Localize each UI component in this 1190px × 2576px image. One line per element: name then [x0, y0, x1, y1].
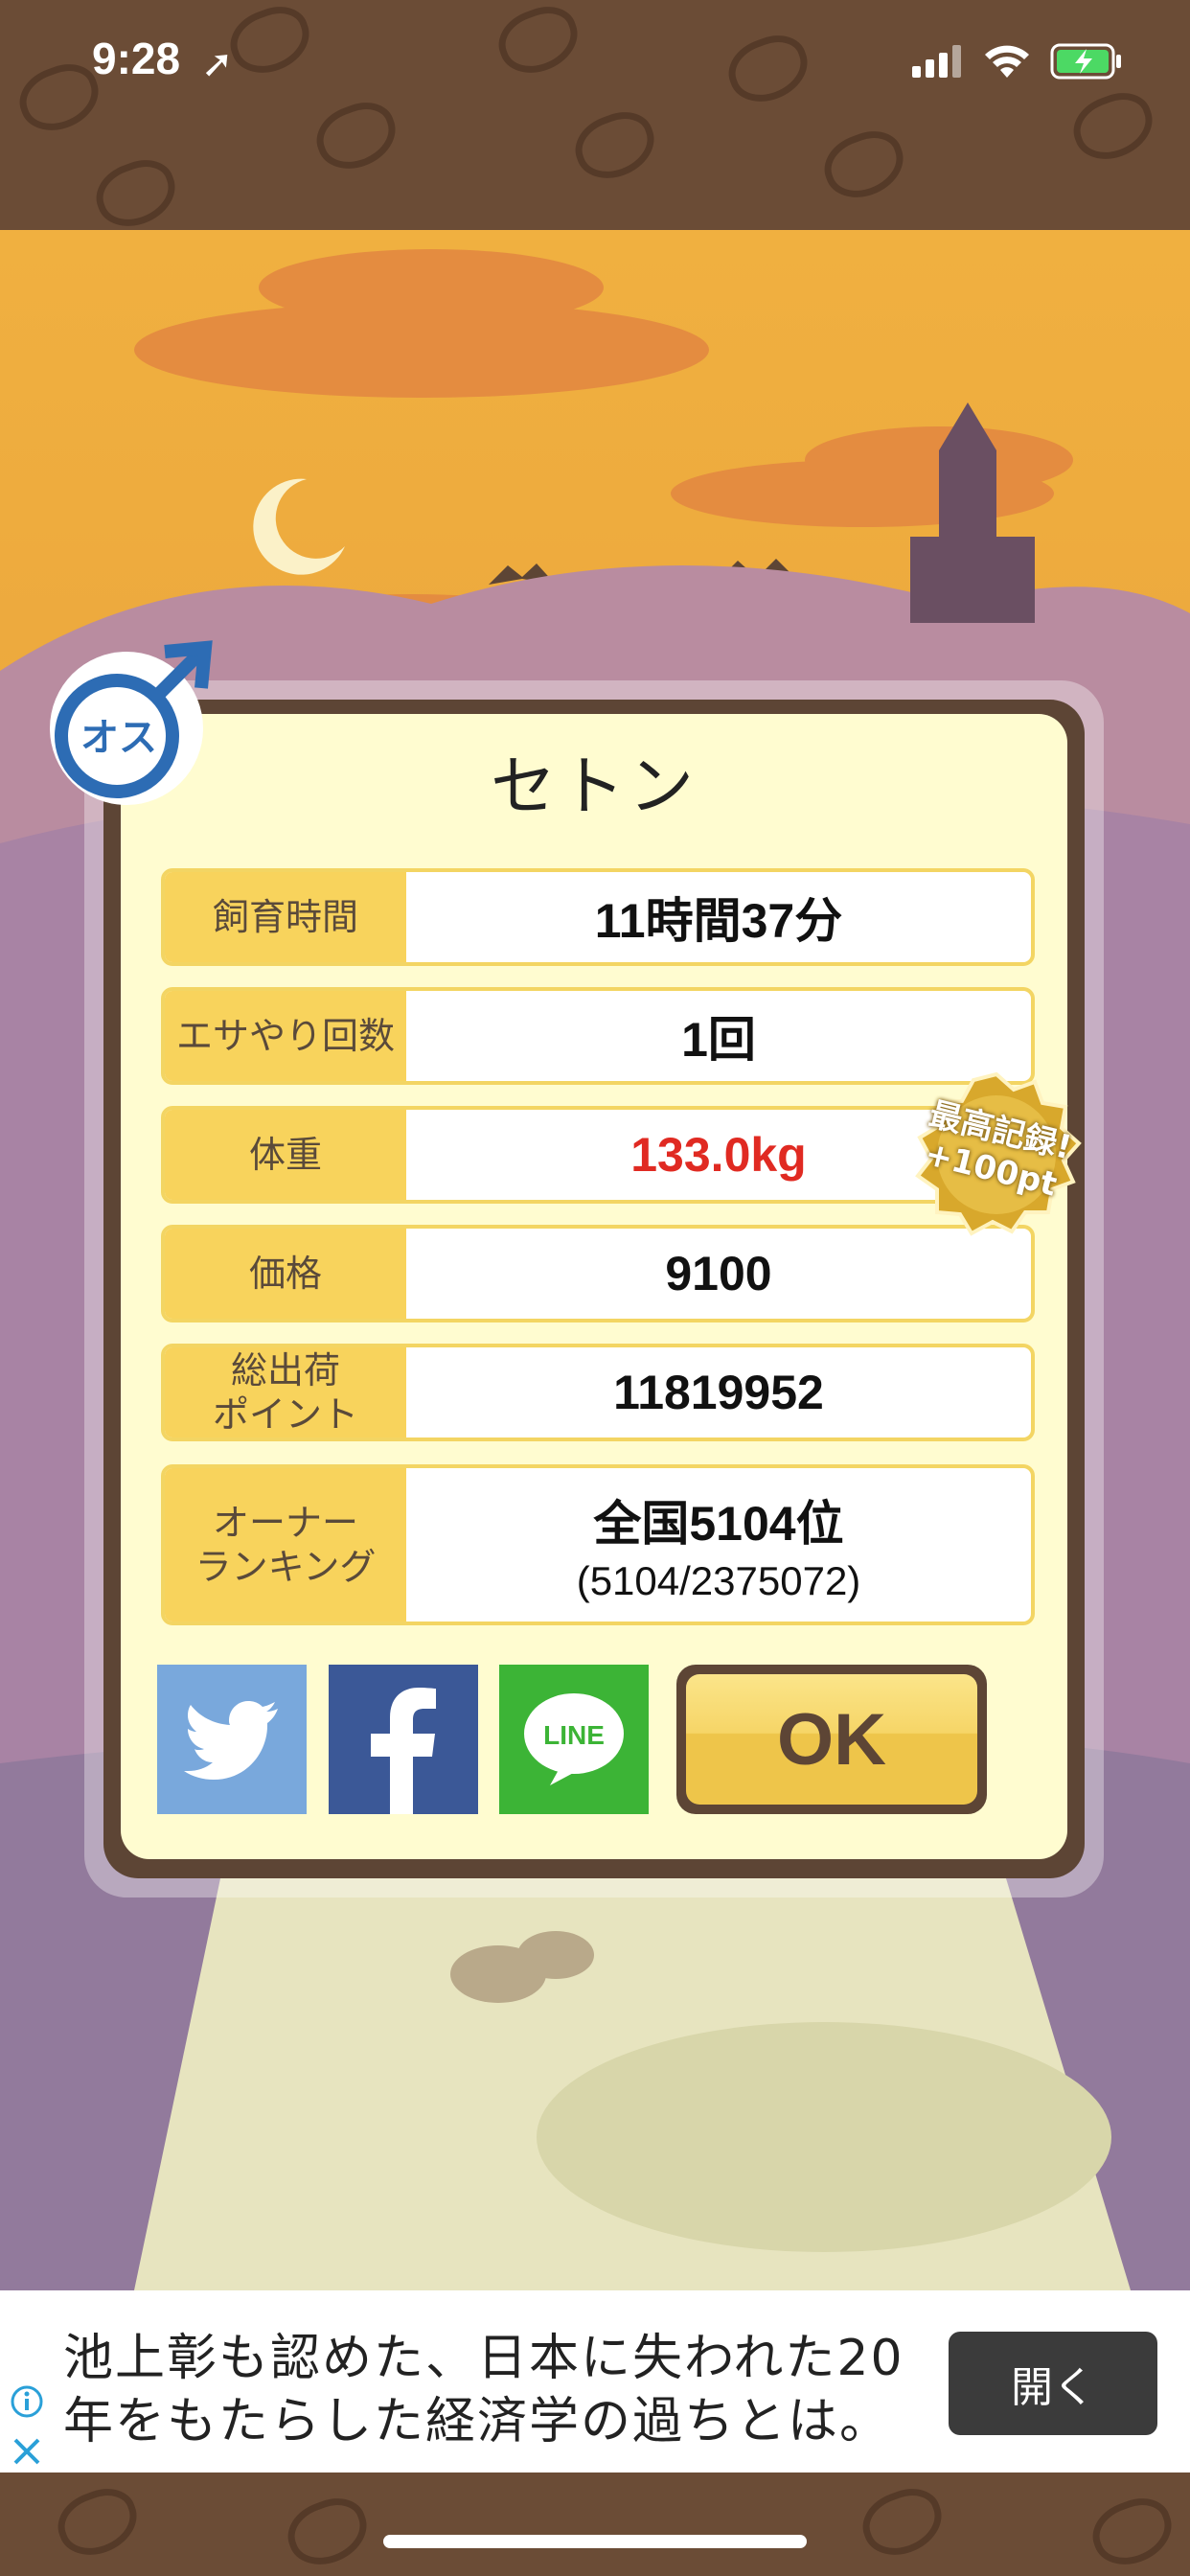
facebook-share-button[interactable] — [329, 1665, 478, 1814]
twitter-bird-icon — [184, 1701, 278, 1780]
stat-row-feed-count: エサやり回数 1回 — [161, 987, 1035, 1085]
bean-pattern-icon — [279, 2489, 377, 2575]
stat-label: 飼育時間 — [165, 872, 406, 962]
ad-info-icon[interactable] — [10, 2384, 44, 2419]
bean-pattern-icon — [490, 0, 587, 83]
stat-value: 1回 — [681, 1013, 756, 1067]
facebook-f-icon — [371, 1688, 436, 1814]
bottom-pattern-bar — [0, 2472, 1190, 2576]
bean-pattern-icon — [1084, 2489, 1181, 2575]
bean-pattern-icon — [49, 2479, 147, 2565]
bean-pattern-icon — [854, 2479, 951, 2565]
stat-value: 11819952 — [613, 1366, 824, 1419]
stat-value: 11時間37分 — [594, 894, 843, 948]
stat-row-price: 価格 9100 — [161, 1225, 1035, 1322]
bean-pattern-icon — [815, 122, 913, 208]
status-time: 9:28 — [92, 34, 181, 83]
stat-label: エサやり回数 — [165, 991, 406, 1081]
stat-value: 9100 — [665, 1247, 772, 1300]
signal-icon — [912, 45, 961, 78]
line-share-button[interactable]: LINE — [499, 1665, 649, 1814]
status-icons — [912, 42, 1123, 80]
location-arrow-icon: ➚ — [201, 42, 234, 86]
stat-row-owner-ranking: オーナー ランキング 全国5104位 (5104/2375072) — [161, 1464, 1035, 1625]
stat-label: 体重 — [165, 1110, 406, 1200]
bean-pattern-icon — [566, 103, 664, 189]
ad-text[interactable]: 池上彰も認めた、日本に失われた20年をもたらした経済学の過ちとは。 — [63, 2327, 926, 2453]
bean-pattern-icon — [221, 0, 319, 83]
stat-row-weight: 体重 133.0kg — [161, 1106, 1035, 1204]
stat-label: オーナー ランキング — [165, 1468, 406, 1622]
bean-pattern-icon — [308, 93, 405, 179]
line-logo-text: LINE — [543, 1720, 605, 1750]
ad-open-button[interactable]: 開く — [949, 2332, 1157, 2435]
bean-pattern-icon — [1064, 83, 1162, 170]
wifi-icon — [985, 45, 1029, 78]
ranking-detail: (5104/2375072) — [576, 1558, 861, 1603]
stat-row-raising-time: 飼育時間 11時間37分 — [161, 868, 1035, 966]
ranking-value: 全国5104位 — [593, 1497, 844, 1551]
pig-name-title: セトン — [490, 749, 698, 825]
ok-button[interactable]: OK — [686, 1674, 977, 1805]
twitter-share-button[interactable] — [157, 1665, 307, 1814]
home-indicator[interactable] — [383, 2535, 807, 2548]
stat-value: 全国5104位 (5104/2375072) — [406, 1468, 1031, 1622]
bean-pattern-icon — [87, 150, 185, 230]
stat-row-total-points: 総出荷 ポイント 11819952 — [161, 1344, 1035, 1441]
battery-charging-icon — [1050, 43, 1121, 80]
ad-close-icon[interactable] — [10, 2434, 44, 2469]
stat-label: 価格 — [165, 1229, 406, 1319]
stat-label: 総出荷 ポイント — [165, 1347, 406, 1438]
bean-pattern-icon — [720, 26, 817, 112]
